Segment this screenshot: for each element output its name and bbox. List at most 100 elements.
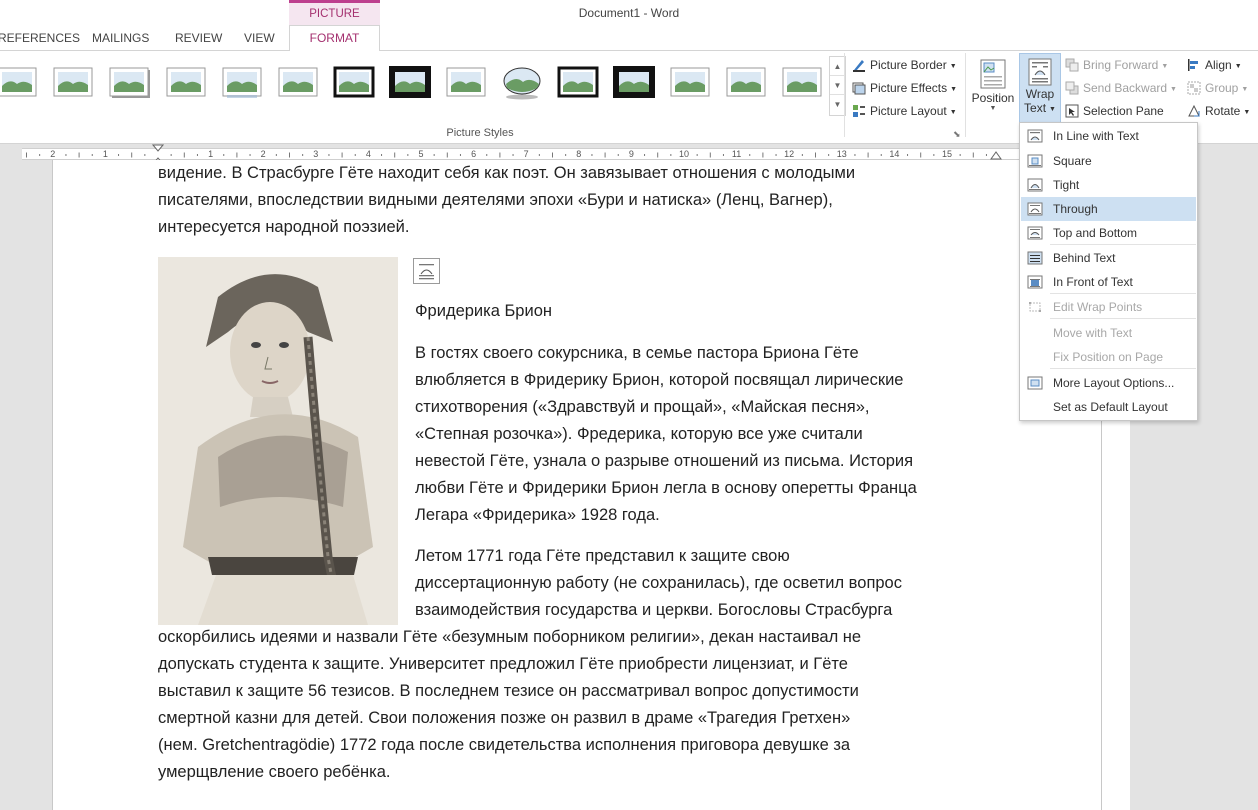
bring-forward-label: Bring Forward	[1083, 58, 1159, 72]
selection-pane-button[interactable]: Selection Pane	[1065, 101, 1164, 121]
rotate-label: Rotate	[1205, 104, 1241, 118]
separator	[844, 53, 845, 137]
tab-references[interactable]: REFERENCES	[0, 29, 80, 50]
menu-item-label: More Layout Options...	[1053, 376, 1175, 390]
align-button[interactable]: Align ▼	[1187, 55, 1242, 75]
text-line: «Степная розочка»). Фредерика, которую в…	[415, 425, 863, 443]
tab-mailings[interactable]: MAILINGS	[92, 29, 149, 50]
position-label: Position	[971, 91, 1015, 105]
right-indent-marker-icon[interactable]	[990, 150, 1002, 160]
rotate-icon	[1188, 104, 1200, 117]
bring-forward-button[interactable]: Bring Forward ▼	[1065, 55, 1168, 75]
picture-style-thumbnail[interactable]	[669, 66, 711, 100]
menu-item-square[interactable]: Square	[1021, 149, 1196, 173]
group-icon	[1187, 81, 1201, 95]
picture-style-thumbnail[interactable]	[725, 66, 767, 100]
menu-item-edit-wrap-points[interactable]: Edit Wrap Points	[1021, 295, 1196, 319]
text-line: Легара «Фридерика» 1928 года.	[415, 506, 660, 524]
menu-item-label: Tight	[1053, 178, 1080, 192]
word-window: Document1 - Word PICTURE TOOLS REFERENCE…	[0, 0, 1258, 810]
gallery-up-icon[interactable]: ▲	[830, 57, 845, 76]
picture-border-button[interactable]: Picture Border ▼	[852, 55, 957, 75]
menu-item-label: Through	[1053, 202, 1098, 216]
menu-item-label: In Line with Text	[1053, 129, 1139, 143]
picture-style-thumbnail[interactable]	[781, 66, 823, 100]
text-line: (нем. Gretchentragödie) 1772 года после …	[158, 736, 851, 754]
position-button[interactable]: Position ▼	[970, 55, 1016, 121]
ruler-number: 2	[260, 149, 266, 159]
text-line: выставил к защите 56 тезисов. В последне…	[158, 682, 859, 700]
picture-style-thumbnail[interactable]	[52, 66, 94, 100]
inline-icon	[1027, 129, 1043, 143]
picture-style-thumbnail[interactable]	[501, 66, 543, 100]
menu-item-fix-position-on-page[interactable]: Fix Position on Page	[1021, 345, 1196, 369]
wrap-text-button[interactable]: Wrap Text ▼	[1019, 53, 1061, 123]
layout-options-button[interactable]	[413, 258, 440, 284]
text-line: смертной казни для детей. Свои положения…	[158, 709, 851, 727]
selection-pane-label: Selection Pane	[1083, 104, 1164, 118]
menu-item-in-front-of-text[interactable]: In Front of Text	[1021, 270, 1196, 294]
separator	[965, 53, 966, 137]
menu-item-tight[interactable]: Tight	[1021, 173, 1196, 197]
text-line: интересуется народной поэзией.	[158, 218, 410, 236]
text-line: стихотворения («Здравствуй и прощай», «М…	[415, 398, 870, 416]
picture-styles-group-label: Picture Styles	[446, 127, 514, 139]
menu-item-behind-text[interactable]: Behind Text	[1021, 246, 1196, 270]
picture-style-thumbnail[interactable]	[613, 66, 655, 100]
text-line: Летом 1771 года Гёте представил к защите…	[415, 547, 790, 565]
menu-item-more-layout-options[interactable]: More Layout Options...	[1021, 371, 1196, 395]
group-button[interactable]: Group ▼	[1187, 78, 1248, 98]
portrait-image[interactable]	[158, 257, 398, 625]
text-line: невестой Гёте, узнала о разрыве отношени…	[415, 452, 914, 470]
picture-style-thumbnail[interactable]	[277, 66, 319, 100]
menu-item-label: Move with Text	[1053, 326, 1133, 340]
ruler-number: 2	[50, 149, 56, 159]
square-wrap-icon	[1027, 154, 1043, 168]
picture-style-thumbnail[interactable]	[221, 66, 263, 100]
gallery-down-icon[interactable]: ▼	[830, 76, 845, 95]
tab-review[interactable]: REVIEW	[175, 29, 222, 50]
horizontal-ruler[interactable]: 2 1 1 2 3 4 5 6 7 8 9 10 11 12 13 14 15	[22, 148, 1022, 160]
ruler-number: 8	[576, 149, 582, 159]
picture-style-thumbnail[interactable]	[445, 66, 487, 100]
title-bar: Document1 - Word PICTURE TOOLS REFERENCE…	[0, 0, 1258, 51]
menu-item-move-with-text[interactable]: Move with Text	[1021, 321, 1196, 345]
tab-format[interactable]: FORMAT	[289, 25, 380, 51]
menu-item-label: Set as Default Layout	[1053, 400, 1168, 414]
send-backward-button[interactable]: Send Backward ▼	[1065, 78, 1177, 98]
menu-item-label: Edit Wrap Points	[1053, 300, 1143, 314]
menu-item-set-as-default-layout[interactable]: Set as Default Layout	[1021, 395, 1196, 419]
ruler-number: 1	[208, 149, 214, 159]
picture-style-thumbnail[interactable]	[108, 66, 150, 100]
gallery-more-icon[interactable]: ▼	[830, 95, 845, 114]
rotate-button[interactable]: Rotate ▼	[1187, 101, 1250, 121]
dialog-launcher-icon[interactable]: ⬊	[953, 129, 961, 140]
text-line: видение. В Страсбурге Гёте находит себя …	[158, 164, 856, 182]
menu-item-in-line-with-text[interactable]: In Line with Text	[1021, 124, 1196, 148]
text-line: В гостях своего сокурсника, в семье паст…	[415, 344, 859, 362]
ruler-number: 14	[889, 149, 900, 159]
selection-pane-icon	[1065, 104, 1079, 118]
layout-options-icon	[1027, 376, 1043, 390]
picture-style-thumbnail[interactable]	[557, 66, 599, 100]
text-line: допускать студента к защите. Университет…	[158, 655, 848, 673]
ruler-number: 4	[365, 149, 371, 159]
picture-style-thumbnail[interactable]	[389, 66, 431, 100]
ruler-number: 13	[836, 149, 847, 159]
tab-view[interactable]: VIEW	[244, 29, 275, 50]
picture-layout-button[interactable]: Picture Layout ▼	[852, 101, 957, 121]
tight-wrap-icon	[1027, 178, 1043, 192]
menu-item-through[interactable]: Through	[1021, 197, 1196, 221]
picture-layout-label: Picture Layout	[870, 104, 947, 118]
picture-style-thumbnail[interactable]	[165, 66, 207, 100]
picture-effects-button[interactable]: Picture Effects ▼	[852, 78, 957, 98]
wrap-text-label-1: Wrap	[1025, 87, 1055, 101]
picture-style-thumbnail[interactable]	[0, 66, 38, 100]
picture-style-thumbnail[interactable]	[333, 66, 375, 100]
menu-item-top-and-bottom[interactable]: Top and Bottom	[1021, 221, 1196, 245]
through-wrap-icon	[1027, 202, 1043, 216]
layout-options-icon	[419, 264, 434, 280]
portrait-drawing	[158, 257, 398, 625]
picture-border-label: Picture Border	[870, 58, 947, 72]
align-label: Align	[1205, 58, 1232, 72]
